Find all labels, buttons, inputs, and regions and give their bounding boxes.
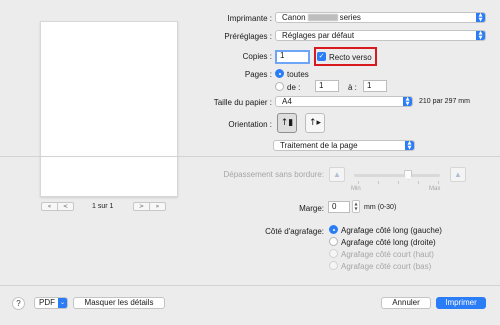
slider-tick — [358, 181, 359, 184]
stapling-label: Côté d'agrafage: — [265, 227, 324, 236]
footer-divider — [0, 285, 500, 286]
paper-size-label: Taille du papier : — [213, 98, 272, 107]
slider-min-label: Min — [351, 186, 361, 192]
cancel-button[interactable]: Annuler — [381, 297, 431, 309]
margin-label: Marge: — [299, 204, 324, 213]
pages-all-radio[interactable] — [275, 69, 284, 78]
staple-option-label: Agrafage côté court (haut) — [341, 250, 434, 259]
borderless-max-icon: ▲ — [450, 167, 466, 182]
page-counter: 1 sur 1 — [92, 203, 114, 210]
presets-value: Réglages par défaut — [282, 31, 355, 40]
pages-from-input[interactable]: 1 — [315, 80, 339, 92]
staple-option-label: Agrafage côté long (gauche) — [341, 226, 442, 235]
pages-all-label: toutes — [287, 70, 309, 79]
margin-input[interactable]: 0 — [328, 201, 350, 213]
printer-name-suffix: series — [339, 13, 361, 22]
pages-to-input[interactable]: 1 — [363, 80, 387, 92]
pdf-label: PDF — [39, 298, 55, 307]
presets-select[interactable]: Réglages par défaut ▲ ▼ — [275, 30, 486, 41]
chevron-updown-icon: ▲ ▼ — [476, 31, 485, 40]
borderless-label: Dépassement sans bordure: — [223, 170, 325, 179]
staple-long-left-radio[interactable] — [329, 225, 338, 234]
chevron-updown-icon: ▲ ▼ — [405, 141, 414, 150]
page-preview — [40, 21, 178, 197]
printer-name-prefix: Canon — [282, 13, 306, 22]
printer-select[interactable]: Canon series ▲ ▼ — [275, 12, 486, 23]
margin-stepper[interactable]: ▲ ▼ — [352, 200, 360, 213]
copies-input[interactable]: 1 — [275, 50, 310, 64]
last-page-icon[interactable]: » — [149, 203, 165, 210]
paper-size-select[interactable]: A4 ▲ ▼ — [275, 96, 413, 107]
slider-tick — [438, 181, 439, 184]
slider-tick — [418, 181, 419, 184]
section-select[interactable]: Traitement de la page ▲ ▼ — [273, 140, 415, 151]
borderless-min-icon: ▲ — [329, 167, 345, 182]
slider-tick — [378, 181, 379, 184]
staple-option-label: Agrafage côté court (bas) — [341, 262, 432, 271]
preview-forward-buttons[interactable]: > » — [133, 202, 166, 211]
print-button[interactable]: Imprimer — [436, 297, 486, 309]
duplex-checkbox[interactable]: ✓ — [317, 52, 326, 61]
pages-label: Pages : — [244, 70, 272, 79]
section-divider — [0, 156, 500, 157]
hide-details-button[interactable]: Masquer les détails — [73, 297, 165, 309]
chevron-updown-icon: ▲ ▼ — [403, 97, 412, 106]
pages-range-radio[interactable] — [275, 82, 284, 91]
landscape-orientation-icon[interactable]: ↑▸ — [305, 113, 325, 133]
portrait-orientation-icon[interactable]: ↑▮ — [277, 113, 297, 133]
paper-dimensions: 210 par 297 mm — [419, 98, 470, 105]
pages-from-label: de : — [287, 83, 301, 92]
copies-label: Copies : — [242, 52, 272, 61]
slider-tick — [398, 181, 399, 184]
pdf-menu-button[interactable]: PDF ⌄ — [34, 297, 68, 309]
help-button[interactable]: ? — [12, 297, 25, 310]
pages-to-label: à : — [348, 83, 357, 92]
chevron-down-icon: ⌄ — [58, 298, 67, 308]
staple-short-top-radio — [329, 249, 338, 258]
paper-size-value: A4 — [282, 97, 292, 106]
borderless-slider-knob — [404, 170, 413, 180]
margin-unit: mm (0-30) — [364, 204, 397, 211]
prev-page-icon[interactable]: < — [57, 203, 73, 210]
preview-back-buttons[interactable]: « < — [41, 202, 74, 211]
staple-long-right-radio[interactable] — [329, 237, 338, 246]
section-value: Traitement de la page — [280, 141, 358, 150]
chevron-updown-icon: ▲ ▼ — [476, 13, 485, 22]
presets-label: Préréglages : — [224, 32, 272, 41]
redacted-model — [307, 14, 338, 21]
staple-short-bottom-radio — [329, 261, 338, 270]
first-page-icon[interactable]: « — [42, 203, 57, 210]
borderless-slider-track — [354, 174, 440, 177]
next-page-icon[interactable]: > — [134, 203, 149, 210]
printer-label: Imprimante : — [227, 14, 272, 23]
staple-option-label: Agrafage côté long (droite) — [341, 238, 436, 247]
slider-max-label: Max — [429, 186, 441, 192]
duplex-label: Recto verso — [329, 53, 372, 62]
orientation-label: Orientation : — [228, 120, 272, 129]
